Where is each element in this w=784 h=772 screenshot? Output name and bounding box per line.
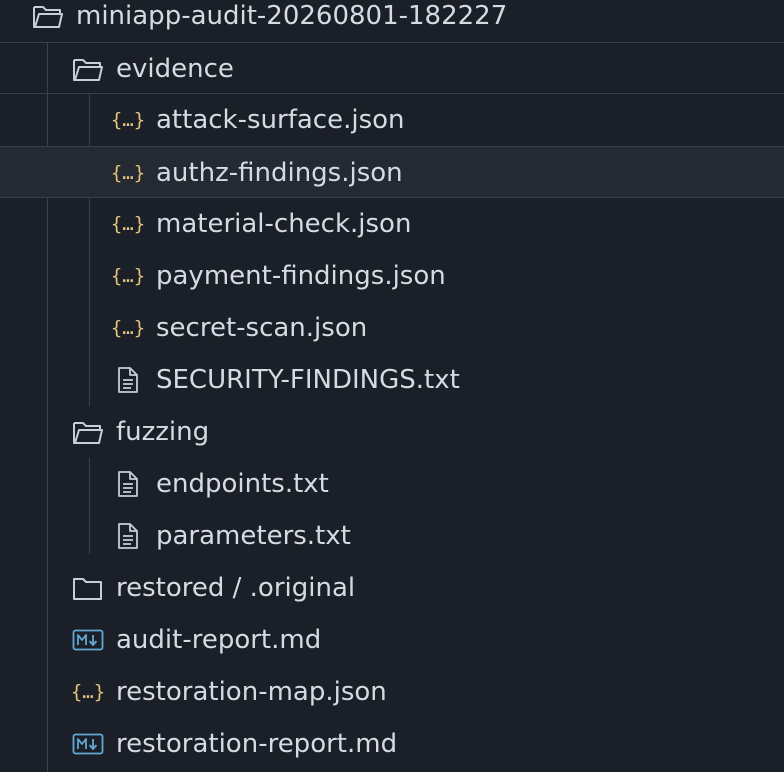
json-icon: {…}: [112, 317, 144, 339]
text-file-icon: [118, 471, 138, 497]
tree-file-item[interactable]: SECURITY-FINDINGS.txt: [0, 354, 784, 406]
text-file-icon: [118, 523, 138, 549]
tree-file-item[interactable]: {…} material-check.json: [0, 198, 784, 250]
tree-file-label: audit-report.md: [116, 625, 322, 655]
svg-text:{…}: {…}: [72, 681, 104, 703]
text-file-icon: [118, 367, 138, 393]
tree-folder-evidence-label: evidence: [116, 54, 234, 84]
json-icon: {…}: [112, 265, 144, 287]
tree-file-label: authz-findings.json: [156, 158, 403, 188]
tree-file-audit-report[interactable]: audit-report.md: [0, 614, 784, 666]
tree-file-restoration-report[interactable]: restoration-report.md: [0, 718, 784, 770]
tree-file-label: payment-findings.json: [156, 261, 446, 291]
markdown-icon: [72, 733, 104, 755]
tree-file-item[interactable]: {…} attack-surface.json: [0, 94, 784, 146]
tree-folder-fuzzing-label: fuzzing: [116, 417, 210, 447]
folder-closed-icon: [73, 578, 102, 600]
json-icon: {…}: [72, 681, 104, 703]
tree-file-restoration-map[interactable]: {…} restoration-map.json: [0, 666, 784, 718]
folder-open-icon: [73, 59, 103, 81]
json-icon: {…}: [112, 109, 144, 131]
tree-folder-restored-label: restored / .original: [116, 573, 356, 603]
tree-file-label: SECURITY-FINDINGS.txt: [156, 365, 460, 395]
svg-text:{…}: {…}: [112, 162, 144, 184]
tree-file-label: parameters.txt: [156, 521, 351, 551]
svg-text:{…}: {…}: [112, 109, 144, 131]
tree-file-label: material-check.json: [156, 209, 412, 239]
tree-file-item[interactable]: parameters.txt: [0, 510, 784, 562]
file-explorer-tree: miniapp-audit-20260801-182227 evidence {…: [0, 0, 784, 772]
json-icon: {…}: [112, 162, 144, 184]
tree-file-label: restoration-map.json: [116, 677, 387, 707]
tree-file-label: restoration-report.md: [116, 729, 398, 759]
folder-open-icon: [33, 6, 63, 28]
tree-file-label: endpoints.txt: [156, 469, 329, 499]
tree-file-item[interactable]: {…} secret-scan.json: [0, 302, 784, 354]
tree-folder-root-label: miniapp-audit-20260801-182227: [76, 1, 508, 31]
svg-text:{…}: {…}: [112, 265, 144, 287]
svg-text:{…}: {…}: [112, 317, 144, 339]
tree-file-label: secret-scan.json: [156, 313, 368, 343]
json-icon: {…}: [112, 213, 144, 235]
tree-file-item-selected[interactable]: {…} authz-findings.json: [0, 146, 784, 198]
tree-folder-fuzzing[interactable]: fuzzing: [0, 406, 784, 458]
tree-file-label: attack-surface.json: [156, 105, 405, 135]
tree-file-item[interactable]: {…} payment-findings.json: [0, 250, 784, 302]
folder-open-icon: [73, 422, 103, 444]
tree-folder-evidence[interactable]: evidence: [0, 42, 784, 94]
tree-folder-restored[interactable]: restored / .original: [0, 562, 784, 614]
tree-folder-root[interactable]: miniapp-audit-20260801-182227: [0, 0, 784, 42]
svg-text:{…}: {…}: [112, 213, 144, 235]
markdown-icon: [72, 629, 104, 651]
tree-file-item[interactable]: endpoints.txt: [0, 458, 784, 510]
